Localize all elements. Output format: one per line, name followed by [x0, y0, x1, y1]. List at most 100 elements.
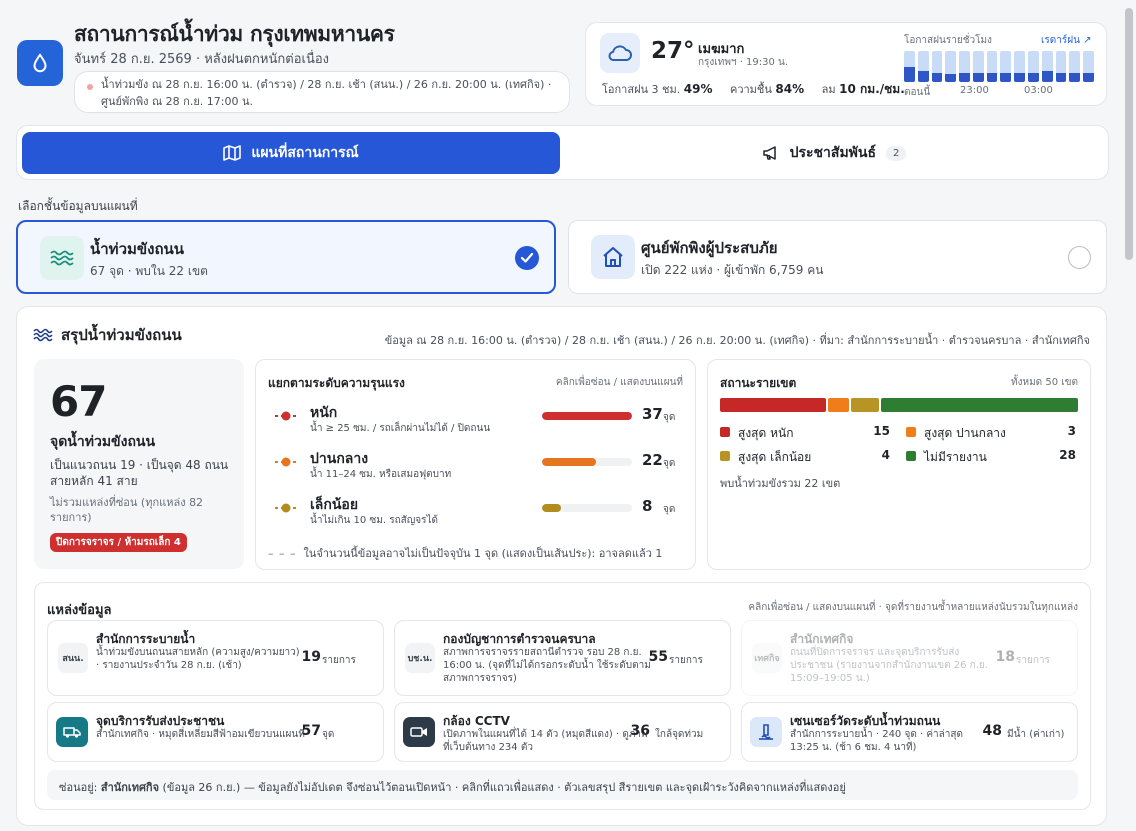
rain-hour-bar: [1028, 51, 1039, 82]
severity-desc: น้ำ 11–24 ซม. หรือเสมอฟุตบาท: [310, 469, 452, 480]
source-row-cctv[interactable]: กล้อง CCTV เปิดภาพในแผนที่ได้ 14 ตัว (หม…: [394, 702, 731, 762]
water-waves-icon: [40, 236, 84, 280]
district-bar-segment: [827, 398, 849, 412]
severity-bar-track: [542, 458, 632, 466]
severity-bar-track: [542, 504, 632, 512]
source-desc: น้ำท่วมขังบนถนนสายหลัก (ความสูง/ความยาว)…: [96, 647, 300, 671]
district-status: สถานะรายเขต ทั้งหมด 50 เขต สูงสุด หนัก 15…: [707, 359, 1091, 570]
hidden-prefix: ซ่อนอยู่:: [59, 781, 101, 794]
water-gauge-icon: [750, 717, 782, 747]
rain-hour-bar: [1055, 51, 1067, 82]
severity-note: – – – ในจำนวนนี้ข้อมูลอาจไม่เป็นปัจจุบัน…: [268, 547, 663, 560]
source-desc: สำนักเทศกิจ · หมุดสี่เหลี่ยมสีฟ้าอมเขียว…: [96, 729, 305, 740]
status-dot: [87, 84, 93, 90]
data-sources: แหล่งข้อมูล คลิกเพื่อซ่อน / แสดงบนแผนที่…: [34, 582, 1091, 810]
source-row-sensors[interactable]: เซนเซอร์วัดระดับน้ำท่วมถนน สำนักการระบาย…: [741, 702, 1078, 762]
source-desc: ถนนที่ปิดการจราจร และจุดบริการรับส่งประช…: [790, 647, 988, 684]
tab-map[interactable]: แผนที่สถานการณ์: [22, 132, 560, 174]
total-excluded-note: ไม่รวมแหล่งที่ซ่อน (ทุกแหล่ง 82 รายการ): [50, 496, 204, 524]
source-row-dds[interactable]: สนน. สำนักการระบายน้ำ น้ำท่วมขังบนถนนสาย…: [47, 620, 384, 696]
district-legend-item[interactable]: ไม่มีรายงาน 28: [906, 448, 1076, 464]
severity-bar-track: [542, 412, 632, 420]
source-unit: รายการ: [1016, 655, 1050, 666]
rain-radar-link[interactable]: เรดาร์ฝน ↗: [1041, 33, 1092, 48]
axis-label: 03:00: [1024, 85, 1053, 96]
source-row-shuttle[interactable]: จุดบริการรับส่งประชาชน สำนักเทศกิจ · หมุ…: [47, 702, 384, 762]
district-legend-item[interactable]: สูงสุด ปานกลาง 3: [906, 424, 1076, 440]
severity-bar: [542, 504, 562, 512]
weather-stats: โอกาสฝน 3 ชม. 49% ความชื้น 84% ลม 10 กม.…: [602, 80, 905, 99]
hidden-source-name[interactable]: สำนักเทศกิจ: [101, 781, 159, 794]
severity-row[interactable]: เล็กน้อย น้ำไม่เกิน 10 ซม. รถสัญจรได้ 8 จุด: [268, 494, 686, 534]
source-unit: รายการ: [322, 655, 356, 666]
district-legend-label: สูงสุด ปานกลาง: [924, 426, 1006, 440]
tab-map-label: แผนที่สถานการณ์: [251, 145, 359, 161]
district-legend-item[interactable]: สูงสุด เล็กน้อย 4: [720, 448, 890, 464]
source-row-municipal[interactable]: เทศกิจ สำนักเทศกิจ ถนนที่ปิดการจราจร และ…: [741, 620, 1078, 696]
district-legend-item[interactable]: สูงสุด หนัก 15: [720, 424, 890, 440]
severity-desc: น้ำ ≥ 25 ซม. / รถเล็กผ่านไม่ได้ / ปิดถนน: [310, 423, 491, 434]
rain-chance-value: 49%: [683, 82, 713, 96]
house-icon: [591, 235, 635, 279]
weather-card: 27° เมฆมาก กรุงเทพฯ · 19:30 น. โอกาสฝน 3…: [585, 22, 1107, 106]
rain-hour-bar: [917, 51, 929, 82]
severity-bar: [542, 458, 596, 466]
legend-swatch: [906, 451, 916, 461]
rain-hour-bar: [1083, 51, 1094, 82]
source-count: 36: [630, 723, 650, 739]
district-legend-label: สูงสุด เล็กน้อย: [738, 450, 812, 464]
rain-hour-bar: [1000, 51, 1012, 82]
announcements-count-badge: 2: [886, 145, 907, 161]
severity-unit: จุด: [663, 458, 676, 469]
source-count: 18: [995, 649, 1015, 665]
severity-row[interactable]: หนัก น้ำ ≥ 25 ซม. / รถเล็กผ่านไม่ได้ / ปิ…: [268, 402, 686, 442]
layer-flood-title: น้ำท่วมขังถนน: [90, 240, 185, 258]
rain-hour-bar: [1069, 51, 1081, 82]
layer-shelter-radio[interactable]: [1068, 246, 1091, 269]
severity-count: 37: [642, 405, 663, 423]
rain-hour-bar: [931, 51, 943, 82]
map-icon: [223, 145, 242, 161]
total-flood-points: 67: [50, 377, 107, 426]
water-waves-icon: [33, 327, 53, 343]
severity-marker-icon: [275, 503, 297, 513]
layer-flood-subtitle: 67 จุด · พบใน 22 เขต: [90, 264, 208, 278]
layer-option-shelter[interactable]: ศูนย์พักพิงผู้ประสบภัย เปิด 222 แห่ง · ผ…: [568, 220, 1107, 294]
tab-announcements[interactable]: ประชาสัมพันธ์ 2: [565, 132, 1103, 174]
axis-label: 23:00: [960, 85, 989, 96]
source-desc: เปิดภาพในแผนที่ได้ 14 ตัว (หมุดสีแดง) · …: [443, 729, 648, 753]
severity-count: 22: [642, 451, 663, 469]
rain-hour-bar: [1041, 51, 1053, 82]
summary-title: สรุปน้ำท่วมขังถนน: [33, 323, 182, 347]
total-flood-points-label: จุดน้ำท่วมขังถนน: [50, 434, 156, 450]
humidity-value: 84%: [775, 82, 805, 96]
source-count: 19: [301, 649, 321, 665]
source-unit: จุด: [322, 729, 335, 740]
district-legend-count: 3: [1067, 424, 1076, 438]
wind-label: ลม: [821, 83, 836, 96]
districts-found: พบน้ำท่วมขังรวม 22 เขต: [720, 477, 841, 490]
legend-swatch: [906, 427, 916, 437]
hidden-source-note: ซ่อนอยู่: สำนักเทศกิจ (ข้อมูล 26 ก.ย.) —…: [47, 770, 1078, 800]
source-count: 55: [648, 649, 668, 665]
total-flood-points-box: 67 จุดน้ำท่วมขังถนน เป็นแนวถนน 19 · เป็น…: [34, 359, 244, 569]
district-legend-label: สูงสุด หนัก: [738, 426, 794, 440]
severity-hint: คลิกเพื่อซ่อน / แสดงบนแผนที่: [555, 377, 683, 388]
view-tabs: แผนที่สถานการณ์ ประชาสัมพันธ์ 2: [16, 125, 1109, 180]
sources-title: แหล่งข้อมูล: [47, 603, 112, 618]
page-scrollbar[interactable]: [1125, 8, 1133, 260]
source-abbr: สนน.: [58, 643, 88, 673]
source-row-police[interactable]: บช.น. กองบัญชาการตำรวจนครบาล สภาพการจราจ…: [394, 620, 731, 696]
layer-option-flood[interactable]: น้ำท่วมขังถนน 67 จุด · พบใน 22 เขต: [16, 220, 556, 294]
cloud-icon: [600, 33, 640, 73]
source-unit: รายการ: [669, 655, 703, 666]
district-legend-count: 15: [873, 424, 890, 438]
source-abbr: บช.น.: [405, 643, 435, 673]
severity-row[interactable]: ปานกลาง น้ำ 11–24 ซม. หรือเสมอฟุตบาท 22 จุด: [268, 448, 686, 488]
district-legend-label: ไม่มีรายงาน: [924, 450, 987, 464]
district-bar-segment: [880, 398, 1078, 412]
layer-shelter-title: ศูนย์พักพิงผู้ประสบภัย: [641, 239, 778, 257]
legend-swatch: [720, 427, 730, 437]
tab-announcements-label: ประชาสัมพันธ์: [789, 145, 877, 161]
checkmark-icon: [515, 246, 539, 270]
